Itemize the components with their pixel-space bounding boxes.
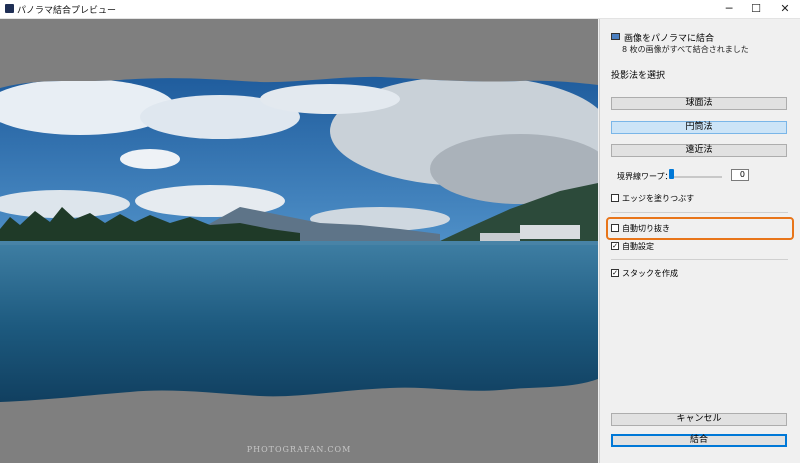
maximize-button[interactable]: ☐ xyxy=(745,1,767,17)
cancel-button[interactable]: キャンセル xyxy=(611,413,787,426)
merge-button[interactable]: 結合 xyxy=(611,434,787,447)
app-icon xyxy=(5,4,14,13)
panorama-preview: PHOTOGRAFAN.COM xyxy=(0,19,598,463)
auto-crop-label: 自動切り抜き xyxy=(622,224,670,233)
boundary-warp-slider[interactable] xyxy=(669,169,674,179)
boundary-warp-track[interactable] xyxy=(670,176,722,178)
create-stack-checkbox[interactable]: ✓ xyxy=(611,269,619,277)
settings-panel: 画像をパノラマに結合 8 枚の画像がすべて結合されました 投影法を選択 球面法 … xyxy=(599,19,800,463)
panorama-image xyxy=(0,76,598,403)
divider xyxy=(611,259,788,260)
boundary-warp-label: 境界線ワープ： xyxy=(617,172,673,181)
window-title: パノラマ結合プレビュー xyxy=(17,6,117,16)
create-stack-label: スタックを作成 xyxy=(622,269,678,278)
merge-status: 8 枚の画像がすべて結合されました xyxy=(622,45,749,54)
auto-settings-checkbox[interactable]: ✓ xyxy=(611,242,619,250)
title-bar: パノラマ結合プレビュー ─ ☐ ✕ xyxy=(0,0,800,19)
close-button[interactable]: ✕ xyxy=(774,1,796,17)
fill-edges-checkbox[interactable] xyxy=(611,194,619,202)
watermark: PHOTOGRAFAN.COM xyxy=(246,445,352,454)
merge-title: 画像をパノラマに結合 xyxy=(624,34,715,44)
divider xyxy=(611,212,788,213)
auto-settings-label: 自動設定 xyxy=(622,242,654,251)
perspective-button[interactable]: 遠近法 xyxy=(611,144,787,157)
cylindrical-button[interactable]: 円筒法 xyxy=(611,121,787,134)
fill-edges-label: エッジを塗りつぶす xyxy=(622,194,695,203)
minimize-button[interactable]: ─ xyxy=(718,1,740,17)
panorama-icon xyxy=(611,33,620,40)
auto-crop-checkbox[interactable] xyxy=(611,224,619,232)
boundary-warp-value[interactable]: 0 xyxy=(731,169,749,181)
projection-label: 投影法を選択 xyxy=(611,71,666,81)
spherical-button[interactable]: 球面法 xyxy=(611,97,787,110)
